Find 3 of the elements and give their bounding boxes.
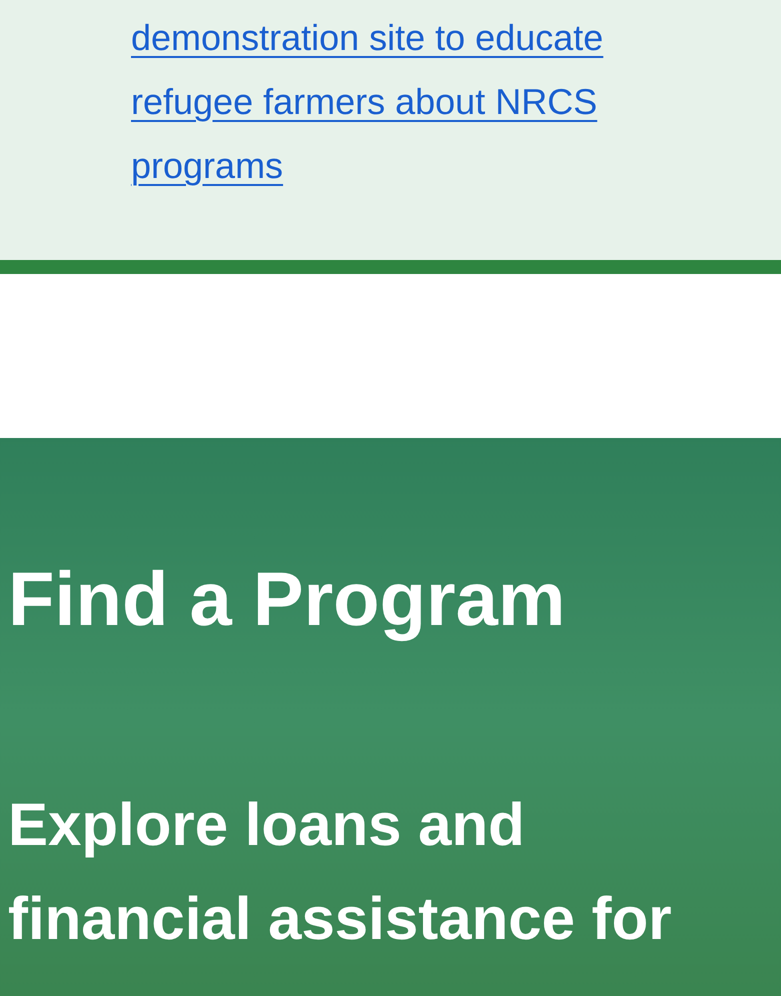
hero-title: Find a Program — [8, 556, 566, 644]
story-link[interactable]: demonstration site to educate refugee farmers about NRCS programs — [131, 6, 731, 198]
hero-subtitle: Explore loans and financial assistance for — [8, 790, 673, 954]
